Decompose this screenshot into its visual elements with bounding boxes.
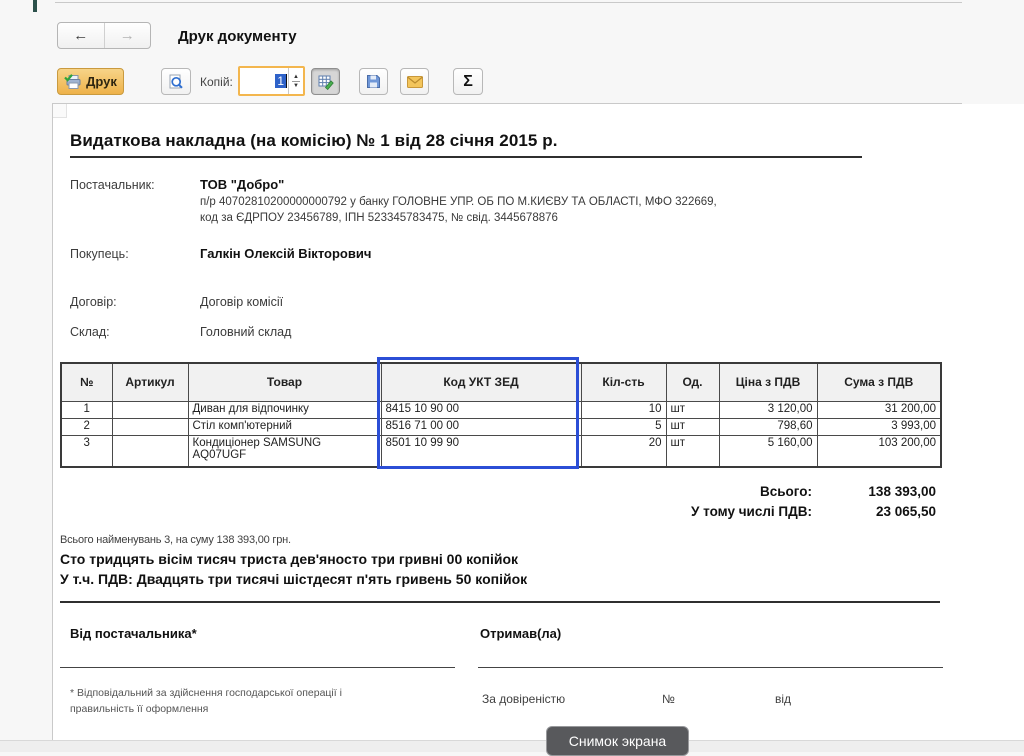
col-header-num: № [61, 363, 112, 401]
panel-top-border [52, 103, 962, 104]
copies-value-area[interactable]: 1 [240, 68, 288, 94]
supplier-signature-label: Від постачальника* [70, 626, 197, 641]
cell-unit: шт [666, 435, 719, 467]
cell-num: 3 [61, 435, 112, 467]
copies-stepper: ▲ ▼ [288, 68, 303, 94]
nav-buttons: ← → [57, 22, 151, 49]
cell-qty: 20 [581, 435, 666, 467]
print-document-window: ← → Друк документу Друк Копій: 1 [0, 0, 1024, 752]
copies-label: Копій: [200, 75, 233, 89]
mail-button[interactable] [400, 68, 429, 95]
summary-line: Всього найменувань 3, на суму 138 393,00… [60, 534, 291, 546]
cell-num: 1 [61, 401, 112, 418]
stepper-up-button[interactable]: ▲ [293, 74, 299, 80]
col-header-price: Ціна з ПДВ [719, 363, 817, 401]
cell-product: Кондиціонер SAMSUNG AQ07UGF [193, 437, 343, 461]
cell-product: Диван для відпочинку [188, 401, 381, 418]
table-edit-icon [318, 74, 334, 90]
forward-icon: → [120, 27, 135, 44]
col-header-sum: Сума з ПДВ [817, 363, 941, 401]
contract-value: Договір комісії [200, 295, 283, 309]
footer-band [0, 740, 1024, 752]
col-header-qty: Кіл-сть [581, 363, 666, 401]
warehouse-label: Склад: [70, 325, 110, 339]
col-header-product: Товар [188, 363, 381, 401]
warehouse-value: Головний склад [200, 325, 291, 339]
cell-qty: 5 [581, 418, 666, 435]
stepper-divider [292, 81, 300, 82]
cell-sum: 31 200,00 [817, 401, 941, 418]
chevron-down-icon: ▼ [293, 83, 299, 89]
receiver-signature-label: Отримав(ла) [480, 626, 561, 641]
amount-in-words: Сто тридцять вісім тисяч триста дев'янос… [60, 551, 518, 567]
cell-price: 798,60 [719, 418, 817, 435]
page-title: Друк документу [178, 28, 297, 45]
cell-qty: 10 [581, 401, 666, 418]
sigma-icon: Σ [463, 73, 473, 91]
sum-button[interactable]: Σ [453, 68, 483, 95]
cell-product: Стіл комп'ютерний [188, 418, 381, 435]
back-icon: ← [73, 27, 88, 44]
chevron-up-icon: ▲ [293, 74, 299, 80]
sheet-corner [53, 104, 67, 118]
cell-sum: 103 200,00 [817, 435, 941, 467]
preview-button[interactable] [161, 68, 191, 95]
contract-label: Договір: [70, 295, 117, 309]
footnote-line1: * Відповідальний за здійснення господарс… [70, 687, 342, 699]
buyer-name: Галкін Олексій Вікторович [200, 246, 371, 261]
top-divider [55, 2, 962, 3]
proxy-label: За довіреністю [482, 692, 565, 706]
cell-article [112, 418, 188, 435]
cell-unit: шт [666, 418, 719, 435]
cell-unit: шт [666, 401, 719, 418]
print-button[interactable]: Друк [57, 68, 124, 95]
footnote-line2: правильність її оформлення [70, 703, 208, 715]
table-settings-button[interactable] [311, 68, 340, 95]
cell-price: 3 120,00 [719, 401, 817, 418]
supplier-details-line1: п/р 40702810200000000792 у банку ГОЛОВНЕ… [200, 196, 717, 208]
mail-icon [407, 76, 423, 88]
document-title: Видаткова накладна (на комісію) № 1 від … [70, 131, 558, 151]
save-button[interactable] [359, 68, 388, 95]
save-icon [366, 74, 381, 89]
copies-input[interactable]: 1 ▲ ▼ [238, 66, 305, 96]
total-value: 138 393,00 [736, 484, 936, 499]
stepper-down-button[interactable]: ▼ [293, 83, 299, 89]
cell-article [112, 401, 188, 418]
vat-total-value: 23 065,50 [736, 504, 936, 519]
section-divider [60, 601, 940, 603]
receiver-signature-line [478, 667, 943, 668]
supplier-details-line2: код за ЄДРПОУ 23456789, ІПН 523345783475… [200, 212, 558, 224]
print-preview-icon [168, 74, 184, 90]
cell-sum: 3 993,00 [817, 418, 941, 435]
buyer-label: Покупець: [70, 247, 129, 261]
cell-price: 5 160,00 [719, 435, 817, 467]
ukt-column-highlight-box [377, 357, 579, 469]
cell-article [112, 435, 188, 467]
printer-icon [64, 74, 82, 90]
supplier-signature-line [60, 667, 455, 668]
cell-num: 2 [61, 418, 112, 435]
proxy-from-label: від [775, 692, 791, 706]
print-button-label: Друк [86, 74, 117, 89]
title-underline [70, 156, 862, 158]
copies-value: 1 [275, 74, 287, 88]
back-button[interactable]: ← [58, 23, 104, 48]
window-edge-mark [33, 0, 37, 12]
col-header-unit: Од. [666, 363, 719, 401]
forward-button[interactable]: → [104, 23, 151, 48]
col-header-article: Артикул [112, 363, 188, 401]
proxy-number-label: № [662, 692, 675, 706]
supplier-name: ТОВ "Добро" [200, 177, 284, 192]
supplier-label: Постачальник: [70, 178, 155, 192]
panel-left-border [52, 103, 53, 740]
vat-in-words: У т.ч. ПДВ: Двадцять три тисячі шістдеся… [60, 571, 527, 587]
